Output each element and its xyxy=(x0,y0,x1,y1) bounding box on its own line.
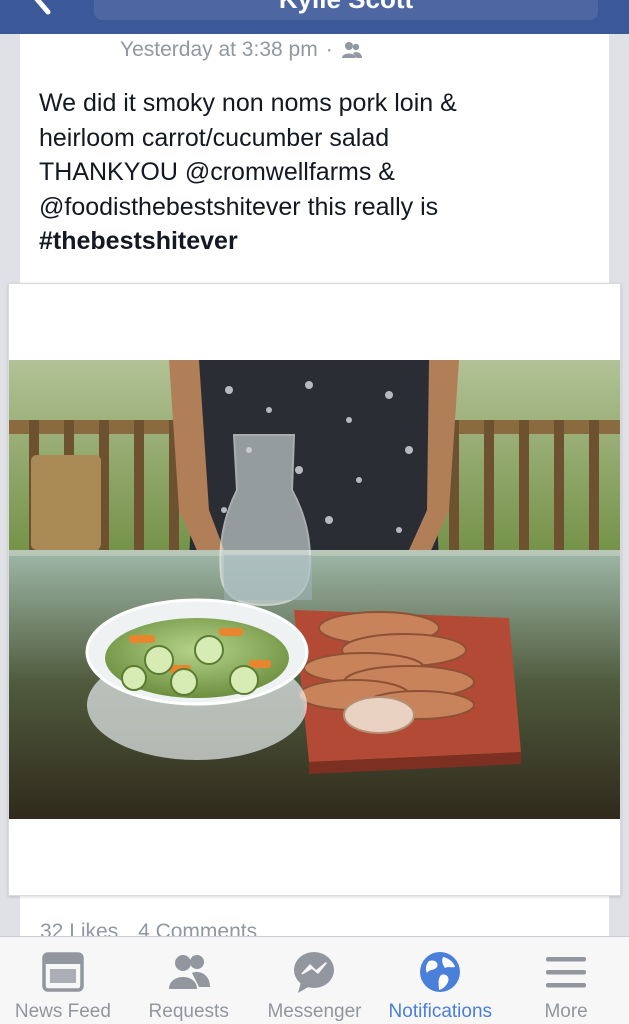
post-photo-frame[interactable] xyxy=(8,283,621,896)
meta-separator: · xyxy=(325,38,333,61)
tab-news-feed[interactable]: News Feed xyxy=(0,937,126,1024)
post-text-line: heirloom carrot/cucumber salad xyxy=(39,123,390,152)
messenger-icon xyxy=(294,952,335,993)
post-timestamp[interactable]: Yesterday at 3:38 pm xyxy=(120,38,318,62)
tab-label: More xyxy=(544,1001,588,1022)
tab-requests[interactable]: Requests xyxy=(126,937,252,1024)
tab-label: Requests xyxy=(148,1001,229,1022)
post-meta: Yesterday at 3:38 pm · xyxy=(120,38,363,62)
bottom-tab-bar: News Feed Requests Messenger Notificatio… xyxy=(0,936,629,1024)
top-navigation-bar: Kylie Scott xyxy=(0,0,629,34)
friends-icon[interactable] xyxy=(341,41,363,59)
back-arrow-icon[interactable] xyxy=(22,0,62,18)
page-title: Kylie Scott xyxy=(94,0,598,15)
tab-more[interactable]: More xyxy=(503,937,629,1024)
hashtag-link[interactable]: #thebestshitever xyxy=(39,224,599,259)
menu-icon xyxy=(546,957,587,988)
post-text-line: @foodisthebestshitever this really is xyxy=(39,192,439,221)
profile-title-button[interactable]: Kylie Scott xyxy=(94,0,598,20)
tab-label: Messenger xyxy=(267,1001,362,1022)
post-text-line: THANKYOU @cromwellfarms & xyxy=(39,158,395,186)
post-text-line: We did it smoky non noms pork loin & xyxy=(39,89,457,117)
tab-notifications[interactable]: Notifications xyxy=(377,937,503,1024)
tab-messenger[interactable]: Messenger xyxy=(252,937,378,1024)
post-body: We did it smoky non noms pork loin & hei… xyxy=(39,86,599,259)
tab-label: Notifications xyxy=(388,1001,493,1022)
post-photo[interactable] xyxy=(9,360,620,819)
friend-requests-icon xyxy=(168,955,210,989)
news-feed-icon xyxy=(42,952,84,992)
tab-label: News Feed xyxy=(14,1001,111,1022)
globe-icon xyxy=(420,952,461,992)
